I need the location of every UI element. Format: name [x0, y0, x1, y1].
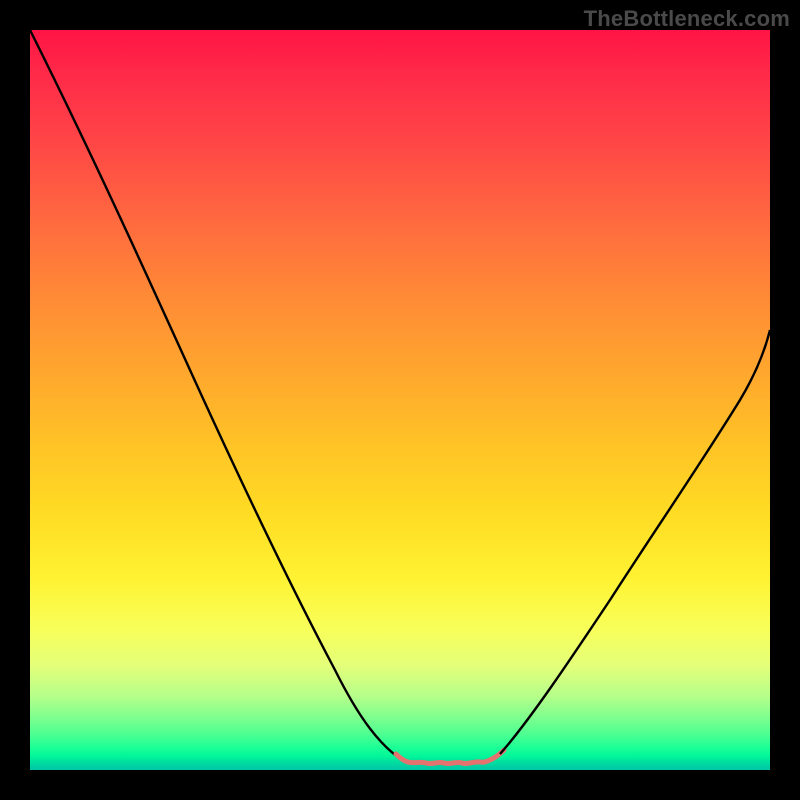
watermark-text: TheBottleneck.com — [584, 6, 790, 32]
plot-area — [30, 30, 770, 770]
bottom-segment-path — [408, 759, 492, 764]
curve-layer — [30, 30, 770, 770]
left-branch-path — [30, 30, 402, 760]
right-branch-path — [500, 330, 770, 754]
chart-frame: TheBottleneck.com — [0, 0, 800, 800]
